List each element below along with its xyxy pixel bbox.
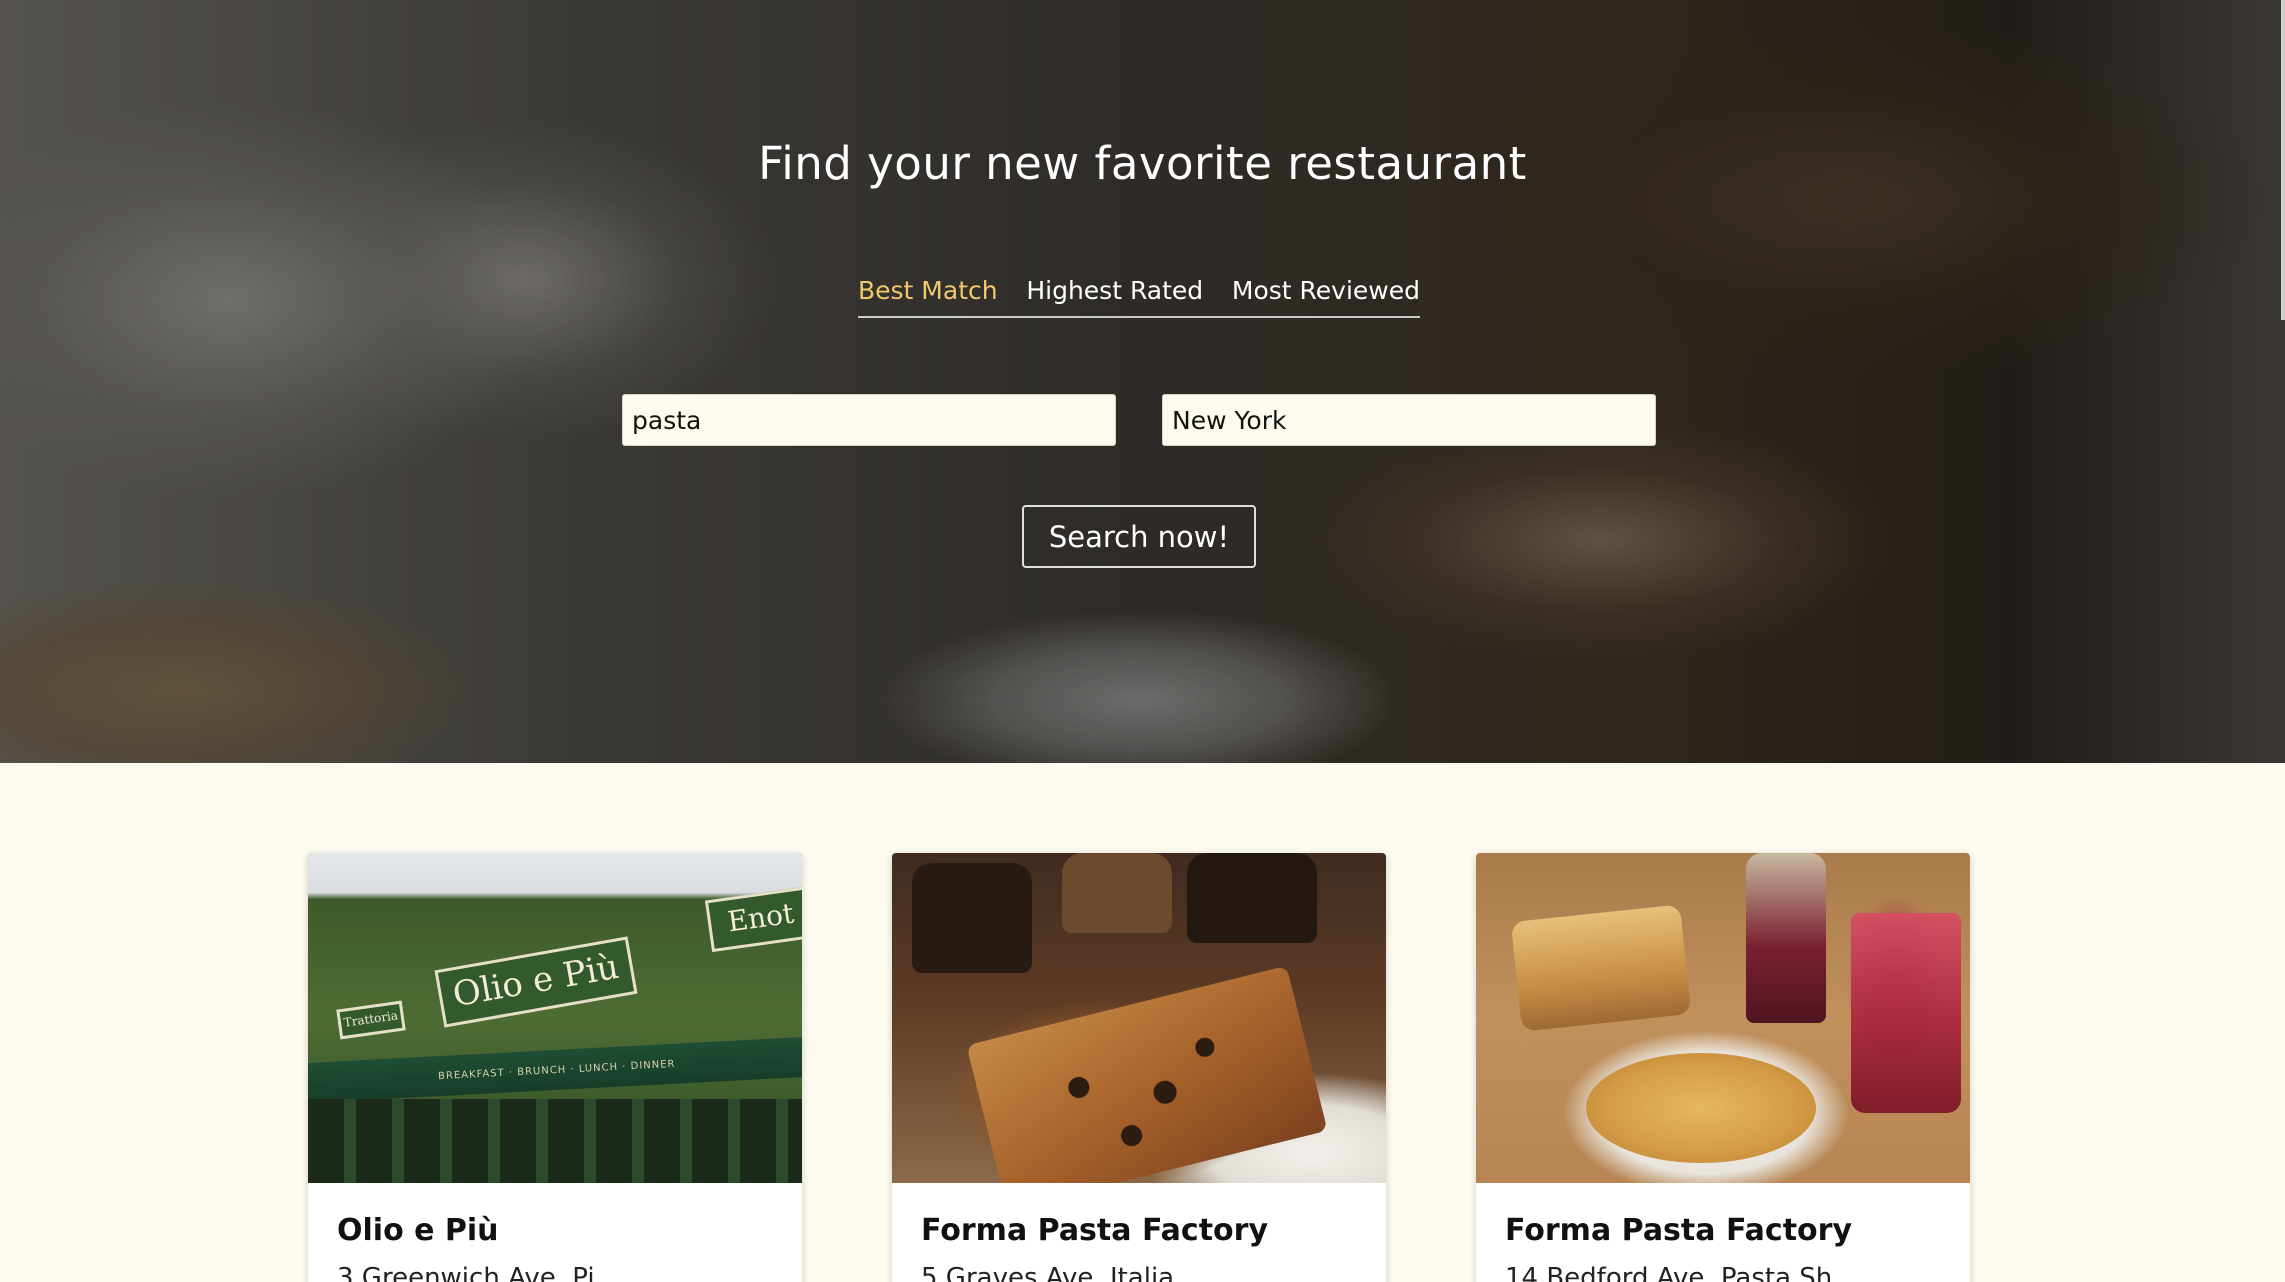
- sort-option-most-reviewed[interactable]: Most Reviewed: [1232, 272, 1420, 316]
- pasta-graphic: [1586, 1053, 1816, 1163]
- business-card[interactable]: Olio e Più Enot Trattoria BREAKFAST · BR…: [308, 853, 802, 1282]
- pizza-graphic: [966, 965, 1328, 1183]
- glass-graphic: [1851, 913, 1961, 1113]
- sort-option-highest-rated[interactable]: Highest Rated: [1026, 272, 1203, 316]
- storefront-graphic: [308, 1099, 802, 1183]
- business-name: Forma Pasta Factory: [921, 1213, 1269, 1248]
- search-terms-input[interactable]: [622, 394, 1116, 446]
- business-image: Olio e Più Enot Trattoria BREAKFAST · BR…: [308, 853, 802, 1183]
- sort-options: Best Match Highest Rated Most Reviewed: [858, 272, 1420, 318]
- business-address: 5 Graves Ave, Italia: [921, 1263, 1175, 1282]
- location-input[interactable]: [1162, 394, 1656, 446]
- bottle-graphic: [1746, 853, 1826, 1023]
- business-name: Olio e Più: [337, 1213, 499, 1248]
- business-card[interactable]: Forma Pasta Factory 5 Graves Ave, Italia: [892, 853, 1386, 1282]
- image-sign: Trattoria: [336, 1000, 406, 1040]
- hero-title: Find your new favorite restaurant: [758, 137, 1527, 190]
- business-list: Olio e Più Enot Trattoria BREAKFAST · BR…: [0, 763, 2285, 1282]
- page: Find your new favorite restaurant Best M…: [0, 0, 2285, 1282]
- bread-graphic: [1510, 904, 1692, 1032]
- business-address: 3 Greenwich Ave, Pi: [337, 1263, 595, 1282]
- jar-graphic: [1062, 853, 1172, 933]
- image-sign: Olio e Più: [434, 936, 638, 1028]
- jar-graphic: [1187, 853, 1317, 943]
- business-card[interactable]: Forma Pasta Factory 14 Bedford Ave, Past…: [1476, 853, 1970, 1282]
- business-image: [892, 853, 1386, 1183]
- sort-option-best-match[interactable]: Best Match: [858, 272, 998, 316]
- image-sign: Enot: [704, 885, 802, 953]
- business-name: Forma Pasta Factory: [1505, 1213, 1853, 1248]
- hero-banner: Find your new favorite restaurant Best M…: [0, 0, 2285, 763]
- hero-content: Find your new favorite restaurant Best M…: [0, 0, 2285, 763]
- jar-graphic: [912, 863, 1032, 973]
- business-image: [1476, 853, 1970, 1183]
- business-address: 14 Bedford Ave, Pasta Sh: [1505, 1263, 1833, 1282]
- scrollbar-thumb[interactable]: [2281, 0, 2285, 320]
- search-button[interactable]: Search now!: [1022, 505, 1256, 568]
